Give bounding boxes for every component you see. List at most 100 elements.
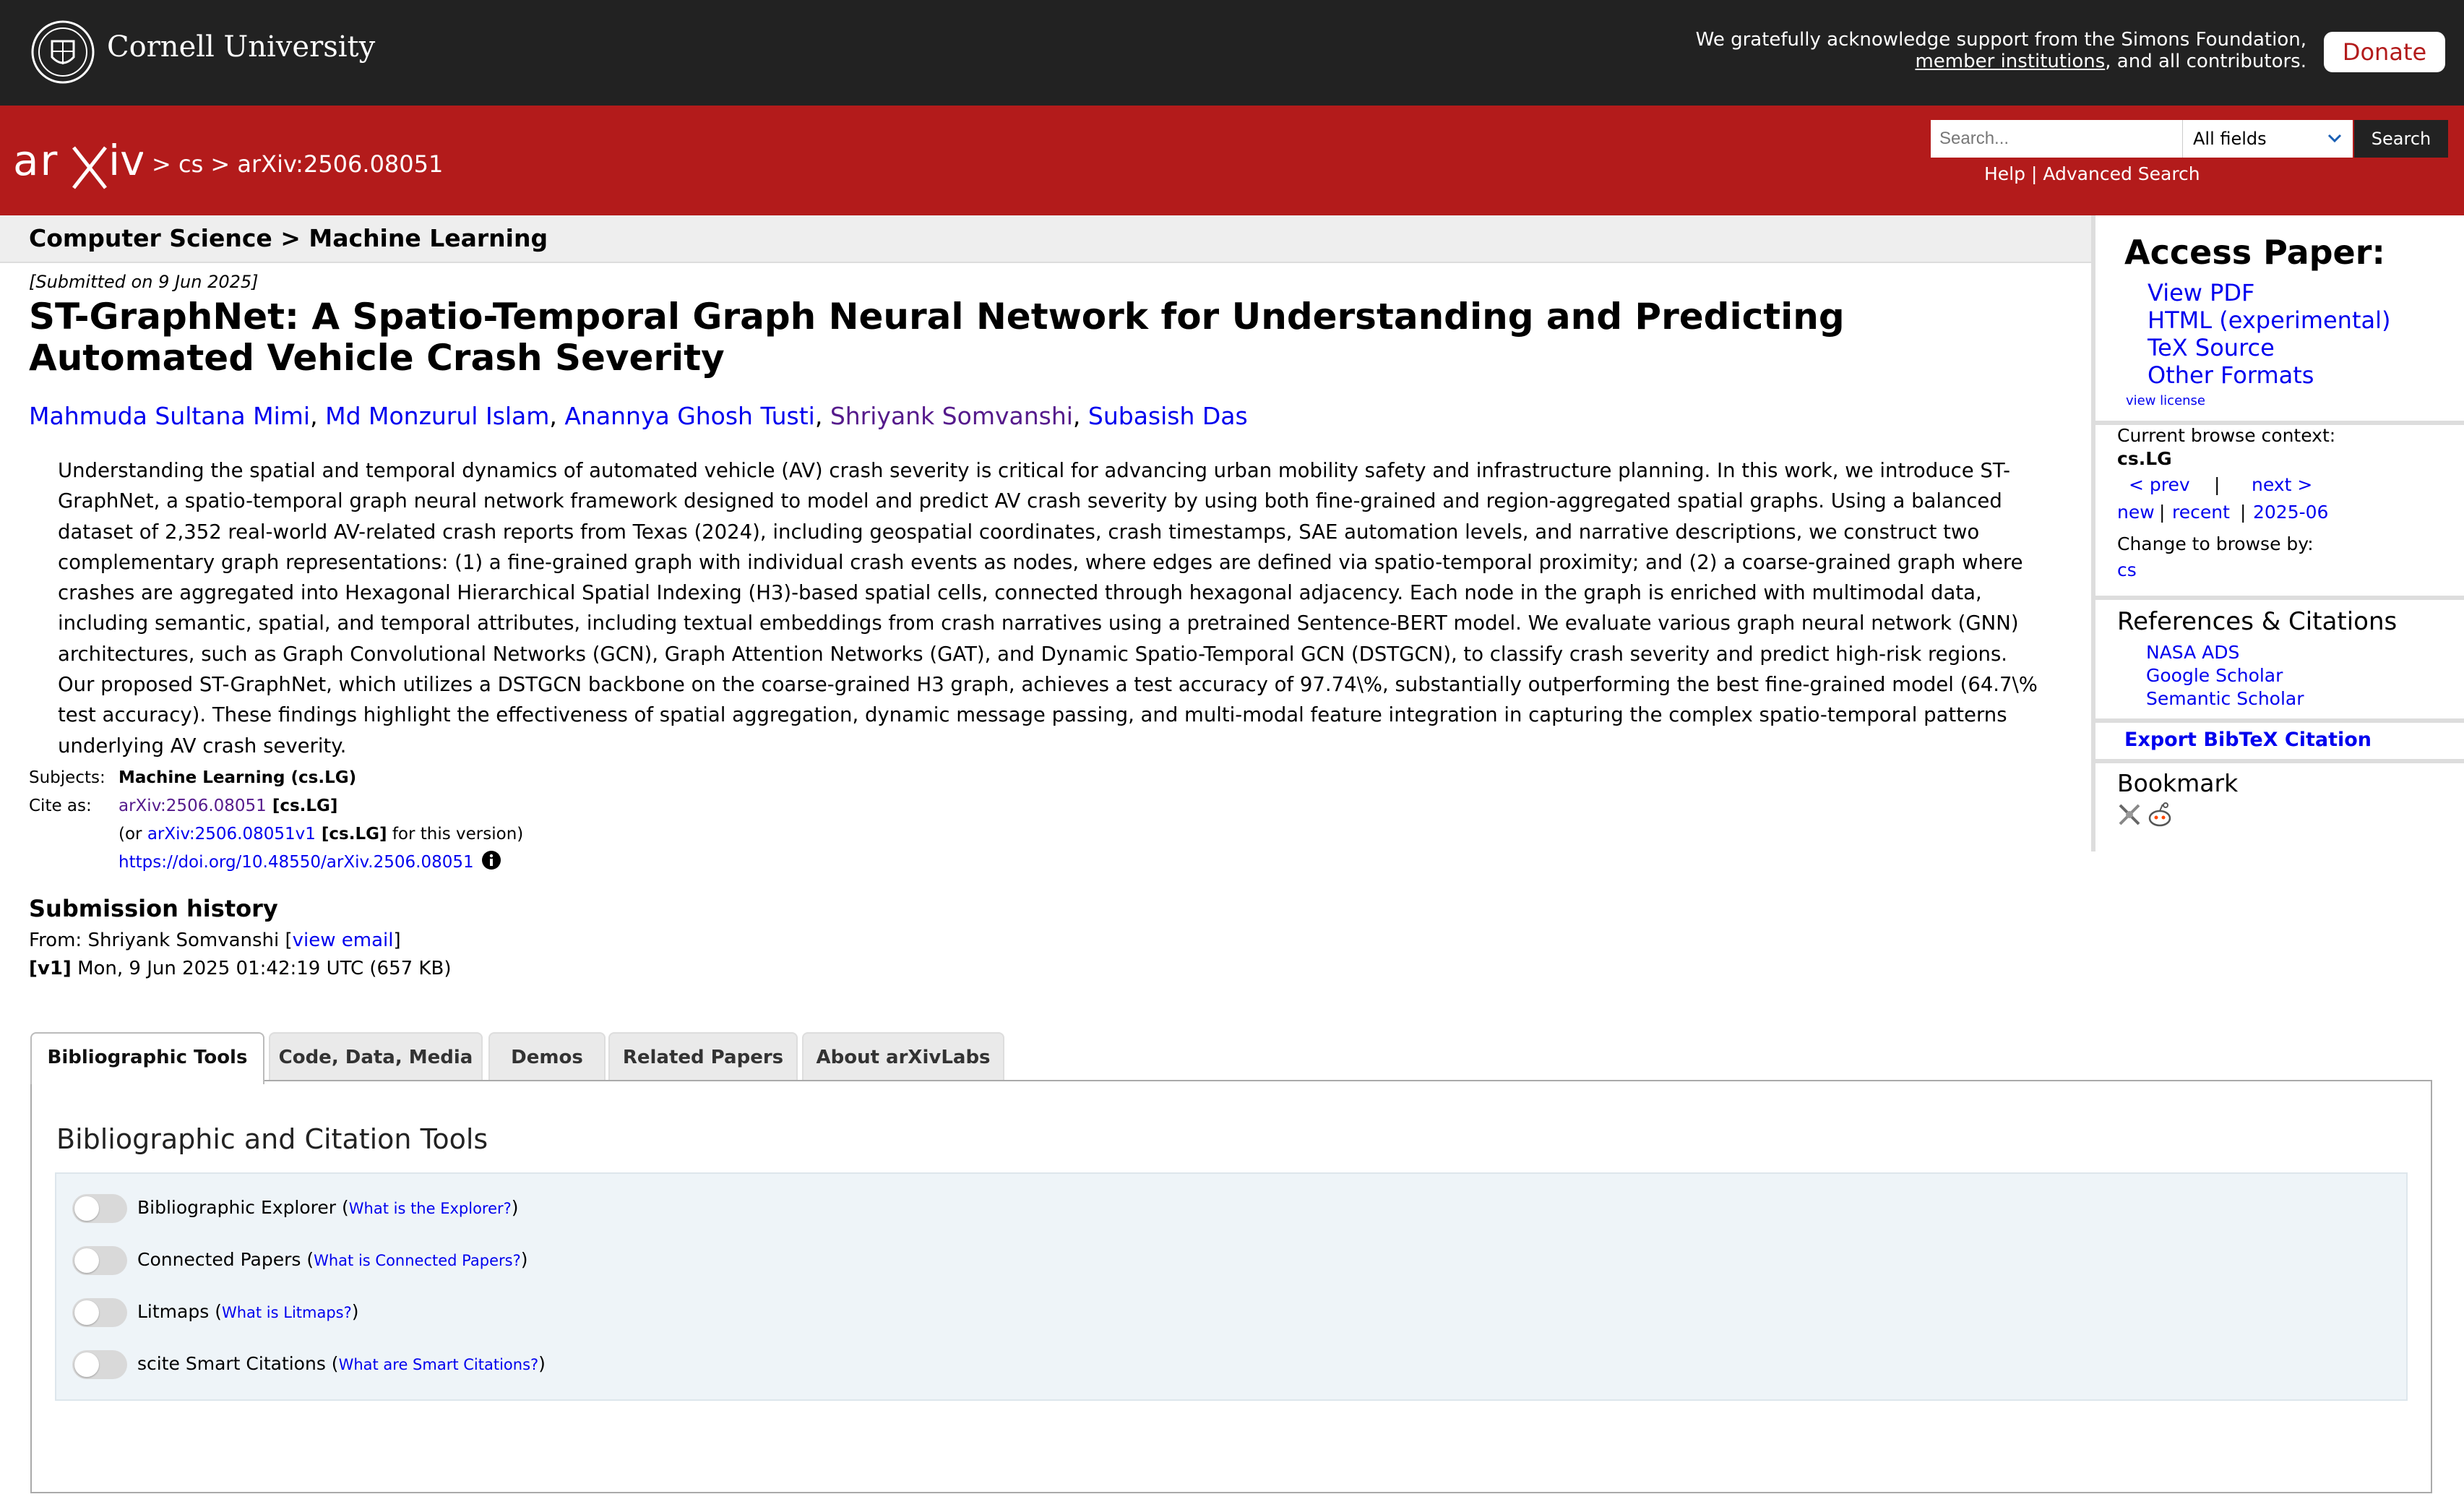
subject-breadcrumb[interactable]: Computer Science > Machine Learning (29, 224, 548, 252)
from-prefix: From: Shriyank Somvanshi [ (29, 930, 293, 951)
litmaps-help-link[interactable]: What is Litmaps? (222, 1304, 352, 1321)
view-email-link[interactable]: view email (293, 930, 394, 951)
explorer-toggle[interactable] (72, 1194, 127, 1223)
help-link[interactable]: Help (1984, 163, 2025, 184)
cornell-seal-icon[interactable] (30, 20, 95, 85)
author-separator: , (310, 402, 326, 430)
bibsonomy-icon[interactable] (2117, 802, 2142, 827)
breadcrumb[interactable]: > cs > arXiv:2506.08051 (152, 150, 443, 178)
sidebar-divider (2095, 596, 2464, 600)
connected-papers-toggle[interactable] (72, 1246, 127, 1275)
access-paper-title: Access Paper: (2124, 233, 2385, 272)
author-link[interactable]: Md Monzurul Islam (325, 402, 549, 430)
references-citations-title: References & Citations (2117, 607, 2398, 636)
cite-version-link[interactable]: arXiv:2506.08051v1 (147, 825, 316, 844)
sidebar: Access Paper: View PDF HTML (experimenta… (2091, 215, 2464, 851)
scite-help-link[interactable]: What are Smart Citations? (339, 1356, 539, 1373)
sidebar-divider (2095, 718, 2464, 723)
recent-link[interactable]: recent (2172, 502, 2230, 523)
tool-label: Bibliographic Explorer (137, 1197, 337, 1218)
subjects-value: Machine Learning (cs.LG) (119, 768, 357, 787)
top-bar: Cornell University We gratefully acknowl… (0, 0, 2464, 106)
change-browse-label: Change to browse by: (2117, 533, 2314, 554)
from-suffix: ] (393, 930, 401, 951)
tool-row-scite: scite Smart Citations (What are Smart Ci… (72, 1350, 546, 1379)
advanced-search-link[interactable]: Advanced Search (2043, 163, 2200, 184)
cornell-university-link[interactable]: Cornell University (107, 30, 375, 64)
arxiv-header: ar iv > cs > arXiv:2506.08051 All fields… (0, 106, 2464, 215)
html-experimental-link[interactable]: HTML (experimental) (2148, 306, 2390, 334)
arxiv-logo-icon[interactable]: ar iv (13, 134, 143, 192)
cite-id-link[interactable]: arXiv:2506.08051 (119, 797, 267, 815)
submitted-date: [Submitted on 9 Jun 2025] (29, 272, 259, 292)
search-button[interactable]: Search (2354, 120, 2448, 158)
nasa-ads-link[interactable]: NASA ADS (2146, 642, 2239, 663)
prev-link[interactable]: < prev (2129, 474, 2190, 495)
version-v1: [v1] Mon, 9 Jun 2025 01:42:19 UTC (657 K… (29, 958, 451, 979)
tool-row-litmaps: Litmaps (What is Litmaps?) (72, 1298, 359, 1327)
new-link[interactable]: new (2117, 502, 2155, 523)
submission-from: From: Shriyank Somvanshi [view email] (29, 930, 401, 951)
reddit-icon[interactable] (2146, 801, 2174, 828)
paper-title: ST-GraphNet: A Spatio-Temporal Graph Neu… (29, 296, 1845, 379)
tool-label: Litmaps (137, 1301, 210, 1322)
cite-version-category: [cs.LG] (315, 825, 387, 844)
connected-papers-help-link[interactable]: What is Connected Papers? (314, 1252, 521, 1269)
chevron-down-icon (2327, 134, 2342, 143)
tab-related-papers[interactable]: Related Papers (608, 1032, 798, 1080)
tab-panel: Bibliographic and Citation Tools Bibliog… (30, 1080, 2432, 1493)
author-separator: , (814, 402, 830, 430)
author-link[interactable]: Shriyank Somvanshi (830, 402, 1073, 430)
tab-bibliographic-tools[interactable]: Bibliographic Tools (30, 1032, 264, 1084)
donate-button[interactable]: Donate (2324, 32, 2445, 72)
help-links: Help | Advanced Search (1984, 163, 2200, 184)
browse-context-label: Current browse context: (2117, 425, 2336, 446)
view-license-link[interactable]: view license (2126, 393, 2205, 408)
nav-separator: | (2240, 502, 2247, 523)
export-bibtex-link[interactable]: Export BibTeX Citation (2124, 729, 2372, 751)
nav-separator: | (2159, 502, 2166, 523)
other-formats-link[interactable]: Other Formats (2148, 361, 2314, 389)
author-link[interactable]: Subasish Das (1088, 402, 1248, 430)
search-field-select[interactable]: All fields (2182, 120, 2353, 158)
view-pdf-link[interactable]: View PDF (2148, 279, 2254, 306)
tab-about-arxivlabs[interactable]: About arXivLabs (802, 1032, 1004, 1080)
tool-row-connected-papers: Connected Papers (What is Connected Pape… (72, 1246, 528, 1275)
subject-bar: Computer Science > Machine Learning (0, 215, 2091, 263)
version-label: [v1] (29, 958, 72, 979)
sidebar-divider (2095, 759, 2464, 763)
cite-category: [cs.LG] (266, 797, 338, 815)
doi-link[interactable]: https://doi.org/10.48550/arXiv.2506.0805… (119, 853, 474, 872)
tab-demos[interactable]: Demos (488, 1032, 606, 1080)
semantic-scholar-link[interactable]: Semantic Scholar (2146, 688, 2304, 709)
search-field-value: All fields (2193, 129, 2267, 149)
support-line1: We gratefully acknowledge support from t… (1695, 29, 2306, 51)
submission-history-title: Submission history (29, 895, 278, 922)
tool-label: Connected Papers (137, 1249, 301, 1270)
help-separator: | (2025, 163, 2043, 184)
tools-list: Bibliographic Explorer (What is the Expl… (55, 1172, 2408, 1401)
member-institutions-link[interactable]: member institutions (1915, 51, 2105, 72)
info-icon[interactable] (481, 850, 501, 870)
month-link[interactable]: 2025-06 (2253, 502, 2328, 523)
author-separator: , (1072, 402, 1088, 430)
author-link[interactable]: Mahmuda Sultana Mimi (29, 402, 310, 430)
scite-toggle[interactable] (72, 1350, 127, 1379)
abstract: Understanding the spatial and temporal d… (58, 459, 2038, 758)
svg-text:iv: iv (108, 136, 143, 185)
tex-source-link[interactable]: TeX Source (2148, 334, 2275, 361)
tool-label: scite Smart Citations (137, 1353, 326, 1374)
explorer-help-link[interactable]: What is the Explorer? (349, 1200, 512, 1217)
cite-version-rest: for this version) (387, 825, 524, 844)
tool-row-explorer: Bibliographic Explorer (What is the Expl… (72, 1194, 519, 1223)
google-scholar-link[interactable]: Google Scholar (2146, 665, 2283, 686)
author-link[interactable]: Anannya Ghosh Tusti (564, 402, 814, 430)
author-list: Mahmuda Sultana Mimi, Md Monzurul Islam,… (29, 402, 1248, 430)
litmaps-toggle[interactable] (72, 1298, 127, 1327)
support-line2: , and all contributors. (2105, 51, 2306, 72)
next-link[interactable]: next > (2252, 474, 2312, 495)
browse-cs-link[interactable]: cs (2117, 559, 2137, 580)
nav-separator: | (2214, 474, 2220, 495)
tab-code-data-media[interactable]: Code, Data, Media (269, 1032, 483, 1080)
search-input[interactable] (1931, 120, 2182, 158)
